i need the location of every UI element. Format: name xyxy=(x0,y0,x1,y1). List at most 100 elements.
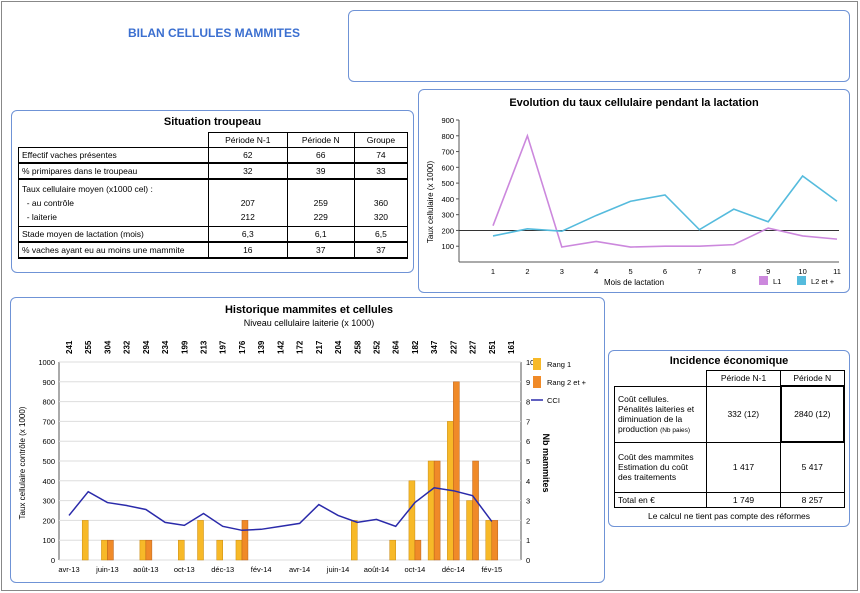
bar-rang2 xyxy=(472,460,479,561)
y2-tick-label: 6 xyxy=(526,437,530,446)
cell: 16 xyxy=(208,241,288,259)
y2-tick-label: 2 xyxy=(526,516,530,525)
x-tick-label: oct-13 xyxy=(174,565,195,574)
col-header: Période N xyxy=(286,132,355,148)
x-tick-label: oct-14 xyxy=(404,565,425,574)
bar-rang2 xyxy=(453,381,460,561)
incidence-title: Incidence économique xyxy=(669,355,789,367)
chart-subtitle: Niveau cellulaire laiterie (x 1000) xyxy=(244,318,375,328)
row-label: - au contrôle xyxy=(22,198,74,208)
col-header: Groupe xyxy=(353,132,409,148)
lactation-line-chart: Evolution du taux cellulaire pendant la … xyxy=(426,97,841,287)
cell: 207 212 xyxy=(208,178,288,227)
y-axis-label: Taux cellulaire (x 1000) xyxy=(426,161,435,244)
row-label: Coût des mammites Estimation du coût des… xyxy=(614,441,707,493)
legend-swatch xyxy=(797,276,806,285)
top-label: 264 xyxy=(392,340,401,354)
x-tick-label: août-13 xyxy=(133,565,158,574)
y-tick-label: 1000 xyxy=(38,358,55,367)
bar-rang2 xyxy=(145,539,153,561)
bar-rang2 xyxy=(491,520,499,561)
y-tick-label: 600 xyxy=(42,437,55,446)
top-label: 251 xyxy=(488,340,497,354)
y-tick-label: 800 xyxy=(441,132,454,141)
x-tick-label: 2 xyxy=(525,267,529,276)
x-tick-label: 4 xyxy=(594,267,598,276)
y2-tick-label: 3 xyxy=(526,497,530,506)
top-label: 258 xyxy=(353,340,362,354)
y-tick-label: 300 xyxy=(441,211,454,220)
col-header: Période N-1 xyxy=(705,370,782,387)
y-tick-label: 400 xyxy=(42,477,55,486)
x-tick-label: avr-13 xyxy=(58,565,79,574)
bar-rang1 xyxy=(216,539,223,561)
cell: 360 320 xyxy=(353,178,409,227)
y-tick-label: 100 xyxy=(441,242,454,251)
cell: 33 xyxy=(353,162,409,180)
bar-rang1 xyxy=(466,500,473,561)
top-label: 227 xyxy=(449,340,458,354)
col-header: Période N-1 xyxy=(208,132,288,148)
top-label: 161 xyxy=(507,340,516,354)
top-label: 294 xyxy=(142,340,151,354)
chart-title: Evolution du taux cellulaire pendant la … xyxy=(509,97,759,109)
col-header: Période N xyxy=(780,370,845,387)
x-axis-label: Mois de lactation xyxy=(604,278,664,287)
bar-rang1 xyxy=(427,460,435,561)
top-label: 347 xyxy=(430,340,439,354)
y2-tick-label: 4 xyxy=(526,477,530,486)
row-label: - laiterie xyxy=(22,212,57,222)
x-tick-label: 8 xyxy=(732,267,736,276)
cell: 2840 (12) xyxy=(779,385,846,443)
incidence-panel: Incidence économique Période N-1 Période… xyxy=(608,350,850,527)
top-label: 232 xyxy=(123,340,132,354)
top-label: 241 xyxy=(65,340,74,354)
y2-tick-label: 8 xyxy=(526,398,530,407)
cell: 39 xyxy=(286,162,355,180)
cell: 62 xyxy=(208,147,288,164)
cell: 1 749 xyxy=(705,491,782,508)
bar-rang1 xyxy=(408,480,416,561)
cell: 259 229 xyxy=(286,178,355,227)
y-tick-label: 500 xyxy=(42,457,55,466)
x-tick-label: 3 xyxy=(560,267,564,276)
cell: 6,3 xyxy=(208,226,288,243)
cell: 6,5 xyxy=(353,226,409,243)
series-line xyxy=(492,174,838,237)
cell: 32 xyxy=(208,162,288,180)
report-title: BILAN CELLULES MAMMITES xyxy=(128,26,300,40)
y-tick-label: 300 xyxy=(42,497,55,506)
cell: 5 417 xyxy=(780,441,845,493)
x-tick-label: juin-13 xyxy=(95,565,119,574)
y2-tick-label: 0 xyxy=(526,556,530,565)
x-tick-label: 6 xyxy=(663,267,667,276)
row-label: Coût cellules. Pénalités laiteries et di… xyxy=(614,385,707,443)
row-label: Taux cellulaire moyen (x1000 cel) : - au… xyxy=(18,178,209,227)
cell: 332 (12) xyxy=(705,385,782,443)
bar-rang2 xyxy=(414,539,422,561)
top-label: 213 xyxy=(200,340,209,354)
cell: 8 257 xyxy=(780,491,845,508)
bar-rang1 xyxy=(351,520,358,561)
top-label: 234 xyxy=(161,340,170,354)
y-tick-label: 900 xyxy=(441,116,454,125)
y-tick-label: 700 xyxy=(441,148,454,157)
x-tick-label: déc-13 xyxy=(211,565,234,574)
bar-rang1 xyxy=(235,539,243,561)
legend-label: CCI xyxy=(547,396,560,405)
top-label: 217 xyxy=(315,340,324,354)
bar-rang2 xyxy=(107,539,114,561)
x-tick-label: 11 xyxy=(833,267,841,276)
bar-rang1 xyxy=(485,520,493,561)
history-bar-chart: Historique mammites et cellules Niveau c… xyxy=(18,304,587,574)
y2-axis-label: Nb mammites xyxy=(541,433,551,492)
y-axis-label: Taux cellulaire contrôle (x 1000) xyxy=(18,406,27,519)
row-label: Total en € xyxy=(614,491,707,508)
y-tick-label: 200 xyxy=(42,516,55,525)
top-label: 182 xyxy=(411,340,420,354)
cell: 74 xyxy=(353,147,409,164)
top-label: 142 xyxy=(276,340,285,354)
empty-header-box xyxy=(348,10,850,82)
lactation-chart-panel: Evolution du taux cellulaire pendant la … xyxy=(418,89,850,293)
top-label: 252 xyxy=(372,340,381,354)
